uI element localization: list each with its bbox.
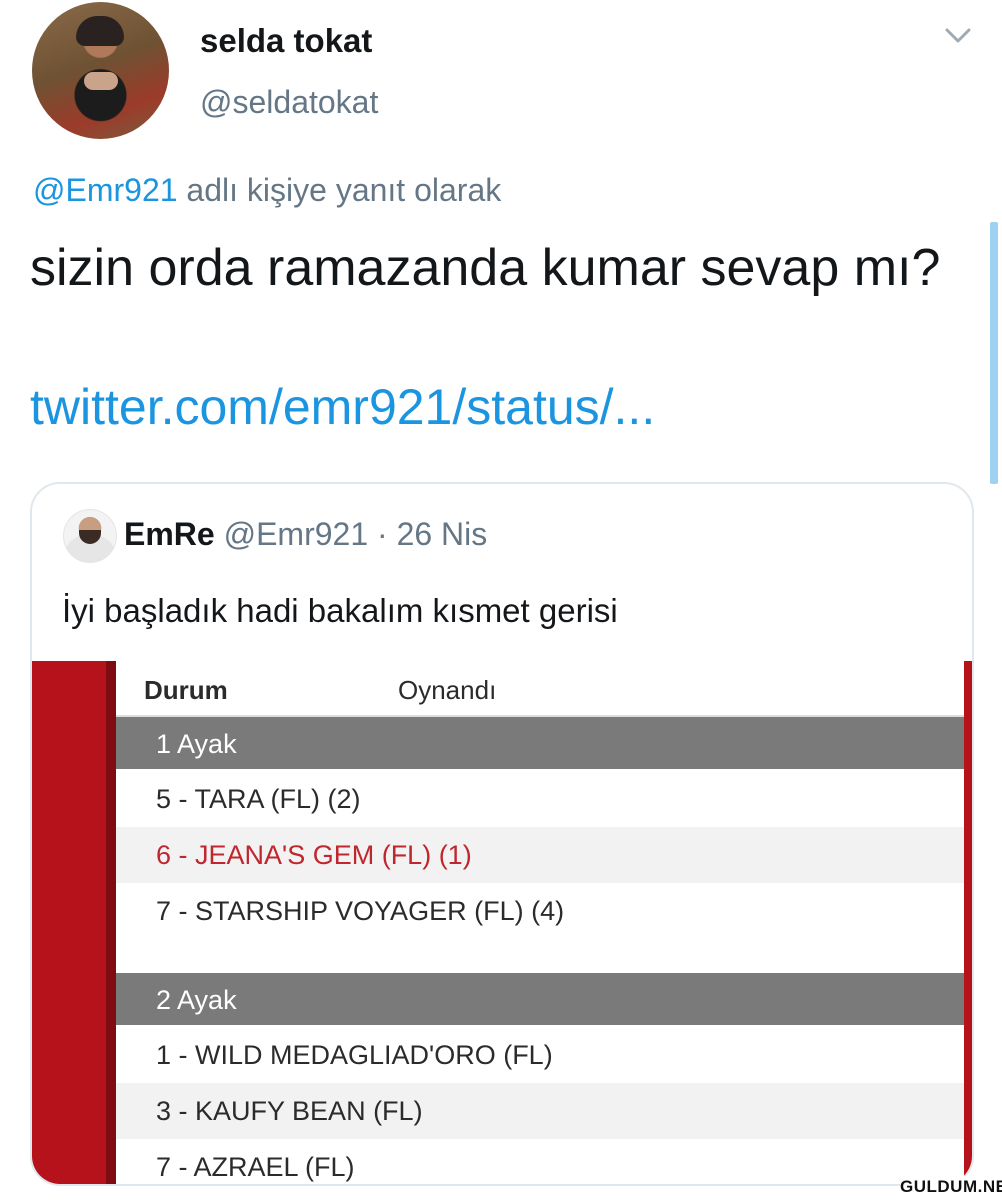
row-text: 3 - KAUFY BEAN (FL) <box>156 1096 423 1126</box>
quoted-tweet-header: EmRe @Emr921 · 26 Nis <box>124 516 487 553</box>
section-header: 2 Ayak <box>116 973 964 1025</box>
reply-context-text: adlı kişiye yanıt olarak <box>177 172 502 208</box>
row-text: 5 - TARA (FL) (2) <box>156 784 361 814</box>
avatar-hair <box>76 16 124 46</box>
row-text: 6 - JEANA'S GEM (FL) (1) <box>156 840 472 870</box>
table-row-winner: 6 - JEANA'S GEM (FL) (1) <box>116 827 964 883</box>
section-header: 1 Ayak <box>116 717 964 769</box>
author-name[interactable]: selda tokat <box>200 22 372 60</box>
reply-mention-link[interactable]: @Emr921 <box>33 172 178 208</box>
avatar-hands <box>84 72 118 90</box>
site-watermark: GULDUM.NET <box>900 1176 1002 1198</box>
author-handle[interactable]: @seldatokat <box>200 84 378 121</box>
scrollbar[interactable] <box>990 222 998 484</box>
tweet-text: sizin orda ramazanda kumar sevap mı? <box>30 239 941 297</box>
row-text: 7 - STARSHIP VOYAGER (FL) (4) <box>156 896 565 926</box>
section-title: 2 Ayak <box>156 985 237 1015</box>
table-row: 5 - TARA (FL) (2) <box>116 771 964 827</box>
quoted-author-handle[interactable]: @Emr921 <box>224 516 369 552</box>
section-title: 1 Ayak <box>156 729 237 759</box>
table-row: 7 - AZRAEL (FL) <box>116 1139 964 1184</box>
quoted-author-avatar[interactable] <box>63 509 117 563</box>
quoted-tweet-date: · 26 Nis <box>368 516 488 552</box>
chevron-down-icon[interactable] <box>944 26 972 46</box>
image-red-sidebar <box>32 661 116 1184</box>
column-header-status: Durum <box>144 675 228 705</box>
row-text: 1 - WILD MEDAGLIAD'ORO (FL) <box>156 1040 553 1070</box>
reply-context: @Emr921 adlı kişiye yanıt olarak <box>33 172 501 209</box>
table-row: 1 - WILD MEDAGLIAD'ORO (FL) <box>116 1027 964 1083</box>
quoted-tweet-image[interactable]: Durum Oynandı 1 Ayak 5 - TARA (FL) (2) 6… <box>32 661 972 1184</box>
tweet-link[interactable]: twitter.com/emr921/status/... <box>30 378 655 436</box>
image-red-border <box>964 661 972 1184</box>
avatar-beard <box>79 530 101 544</box>
table-row: 7 - STARSHIP VOYAGER (FL) (4) <box>116 883 964 939</box>
table-row: 3 - KAUFY BEAN (FL) <box>116 1083 964 1139</box>
column-header-played: Oynandı <box>398 675 497 705</box>
betting-slip-table: Durum Oynandı 1 Ayak 5 - TARA (FL) (2) 6… <box>116 661 964 1184</box>
author-avatar[interactable] <box>32 2 169 139</box>
row-text: 7 - AZRAEL (FL) <box>156 1152 355 1182</box>
quoted-author-name[interactable]: EmRe <box>124 516 215 552</box>
quoted-tweet[interactable]: EmRe @Emr921 · 26 Nis İyi başladık hadi … <box>30 482 974 1186</box>
quoted-tweet-text: İyi başladık hadi bakalım kısmet gerisi <box>62 592 618 629</box>
